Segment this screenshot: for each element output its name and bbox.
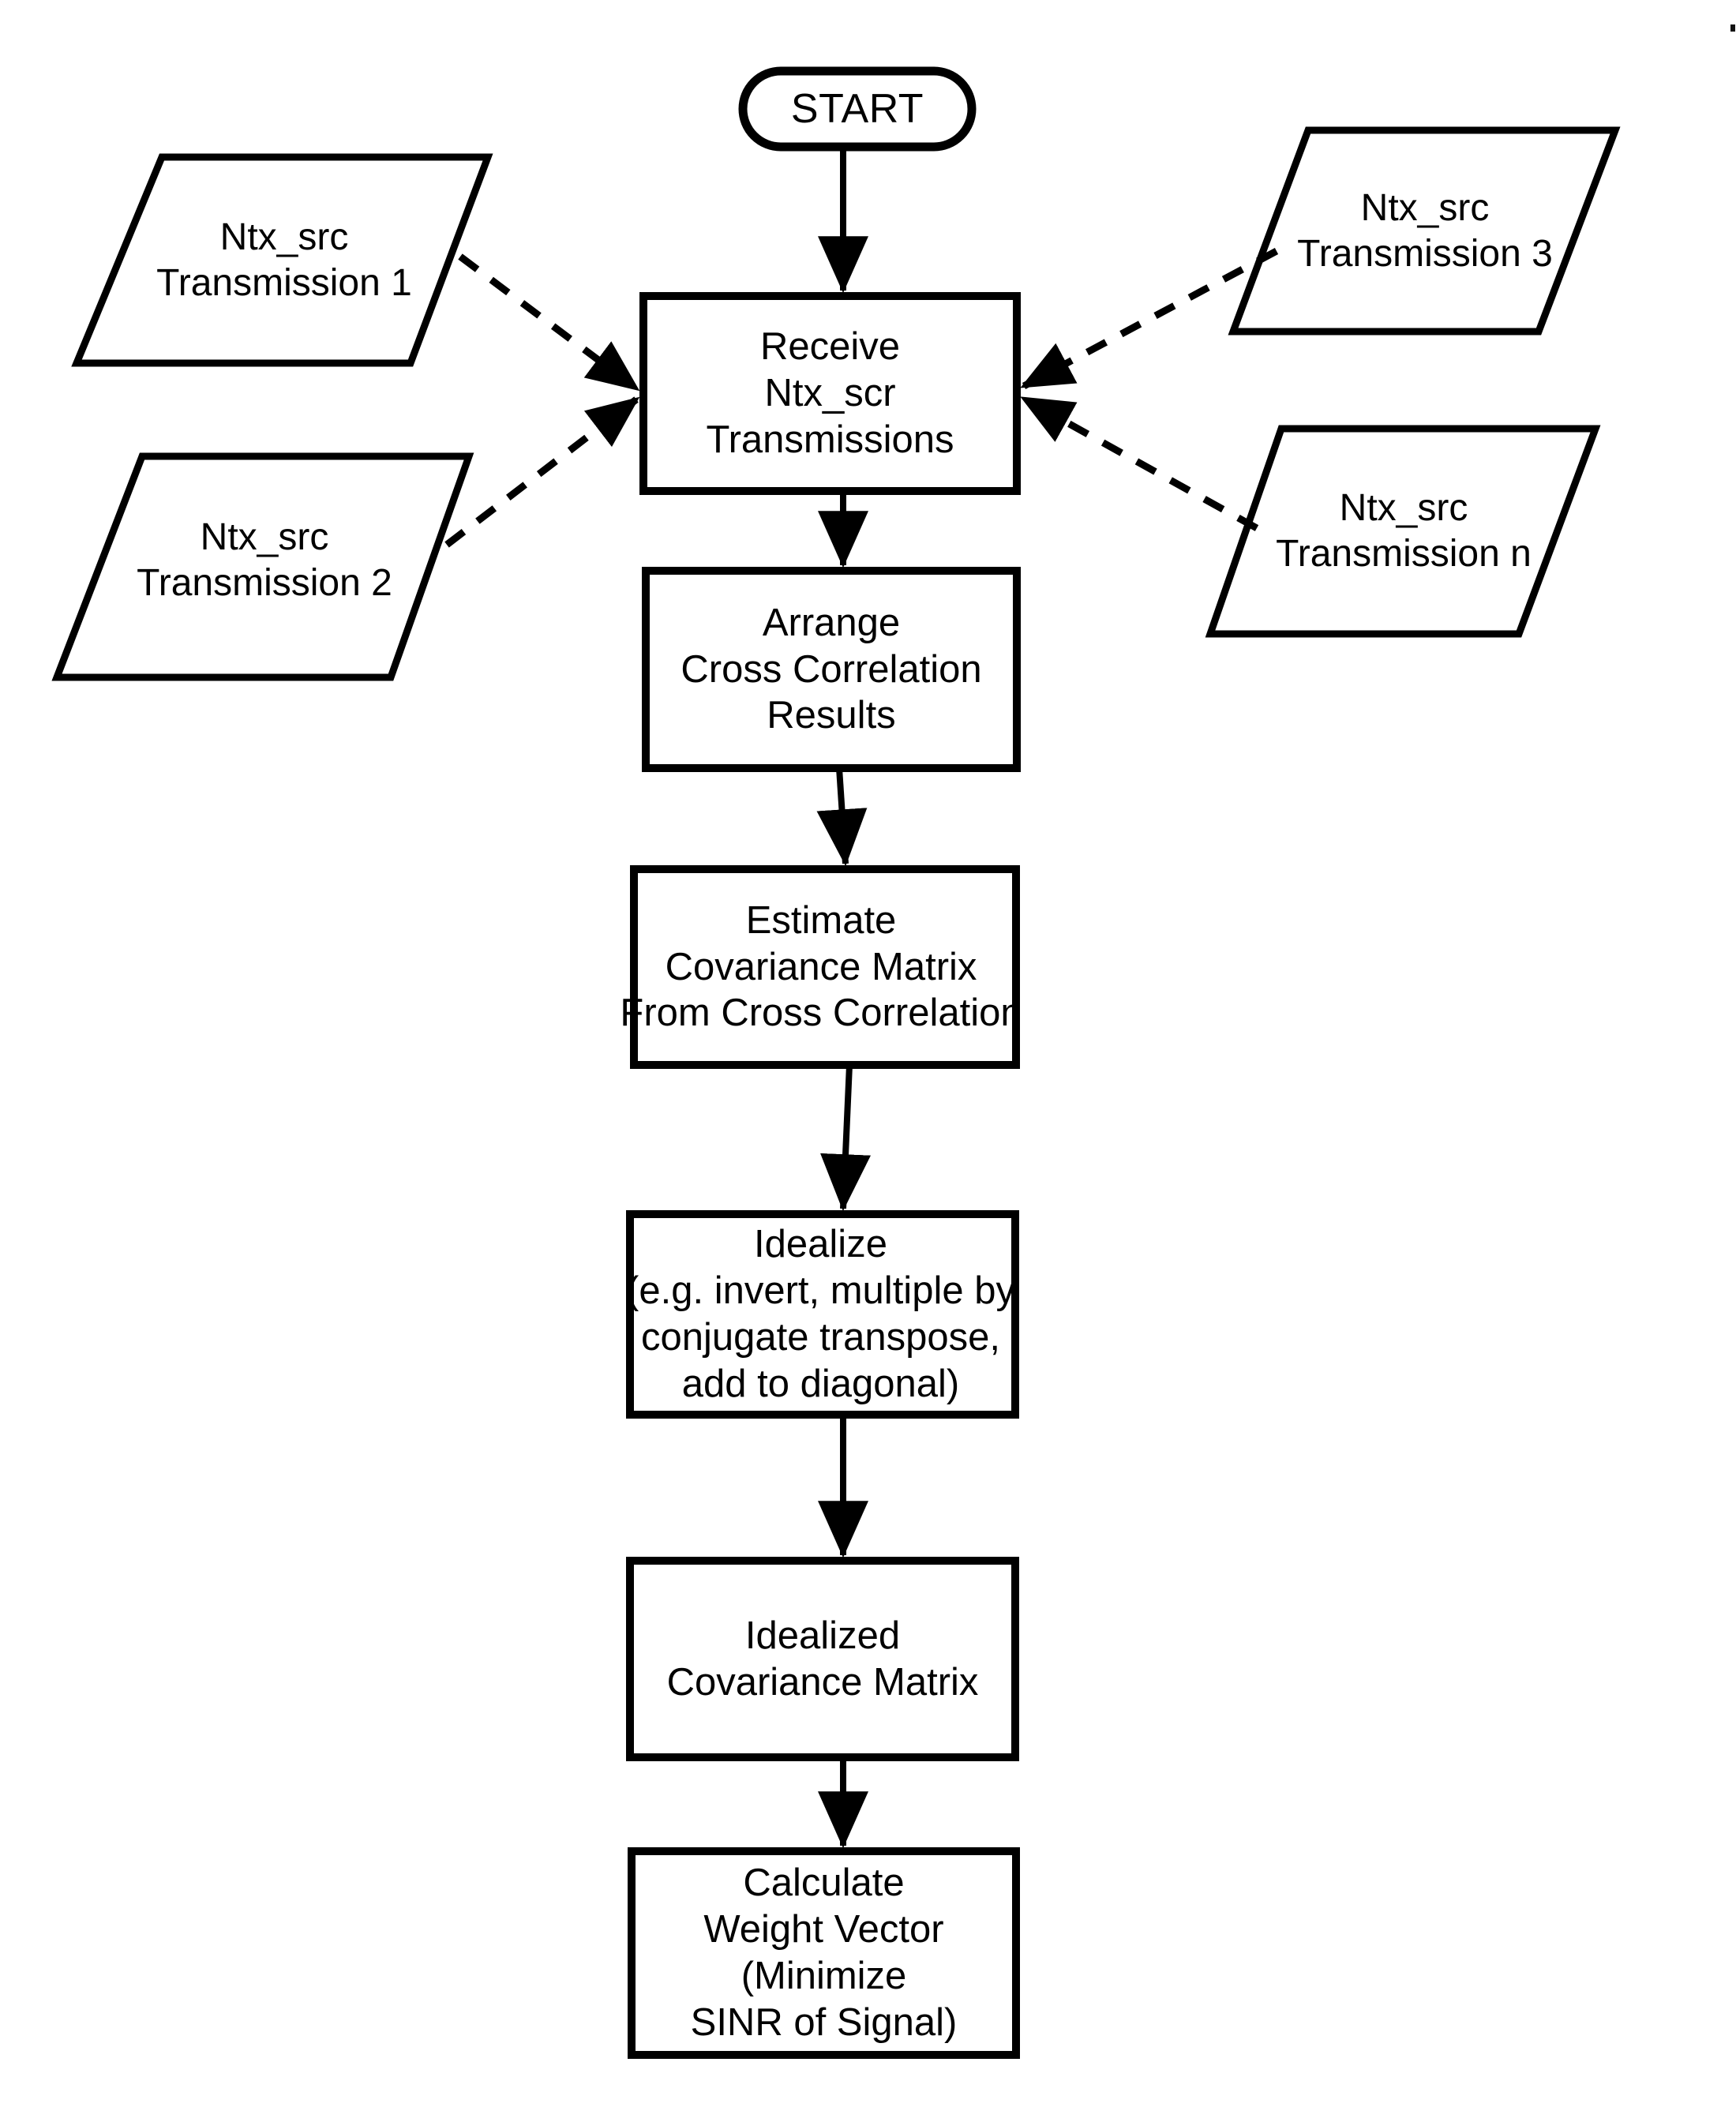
node-arrange-shape xyxy=(642,567,1021,772)
node-receive-shape xyxy=(639,292,1021,495)
edge-input-txn-to-receive xyxy=(1020,396,1259,531)
edge-input-tx1-to-receive xyxy=(458,253,640,392)
scan-artifact-dot xyxy=(1730,24,1735,32)
flowchart-canvas xyxy=(51,66,1621,2059)
node-input-tx3-shape xyxy=(1228,126,1621,336)
node-idealize-shape xyxy=(626,1210,1019,1419)
flowchart-page: START Ntx_src Transmission 1 Ntx_src Tra… xyxy=(0,0,1736,2122)
node-input-tx1-shape xyxy=(71,153,493,367)
node-estimate-shape xyxy=(630,865,1020,1069)
edge-estimate-to-idealize xyxy=(820,1064,871,1212)
node-calculate-weight-shape xyxy=(628,1847,1020,2059)
edge-arrange-to-estimate xyxy=(816,767,868,867)
node-idealized-matrix-shape xyxy=(626,1557,1019,1761)
edge-input-tx2-to-receive xyxy=(444,396,640,548)
node-start-shape xyxy=(738,66,977,152)
node-input-tx2-shape xyxy=(51,452,474,681)
node-input-txn-shape xyxy=(1205,425,1601,638)
